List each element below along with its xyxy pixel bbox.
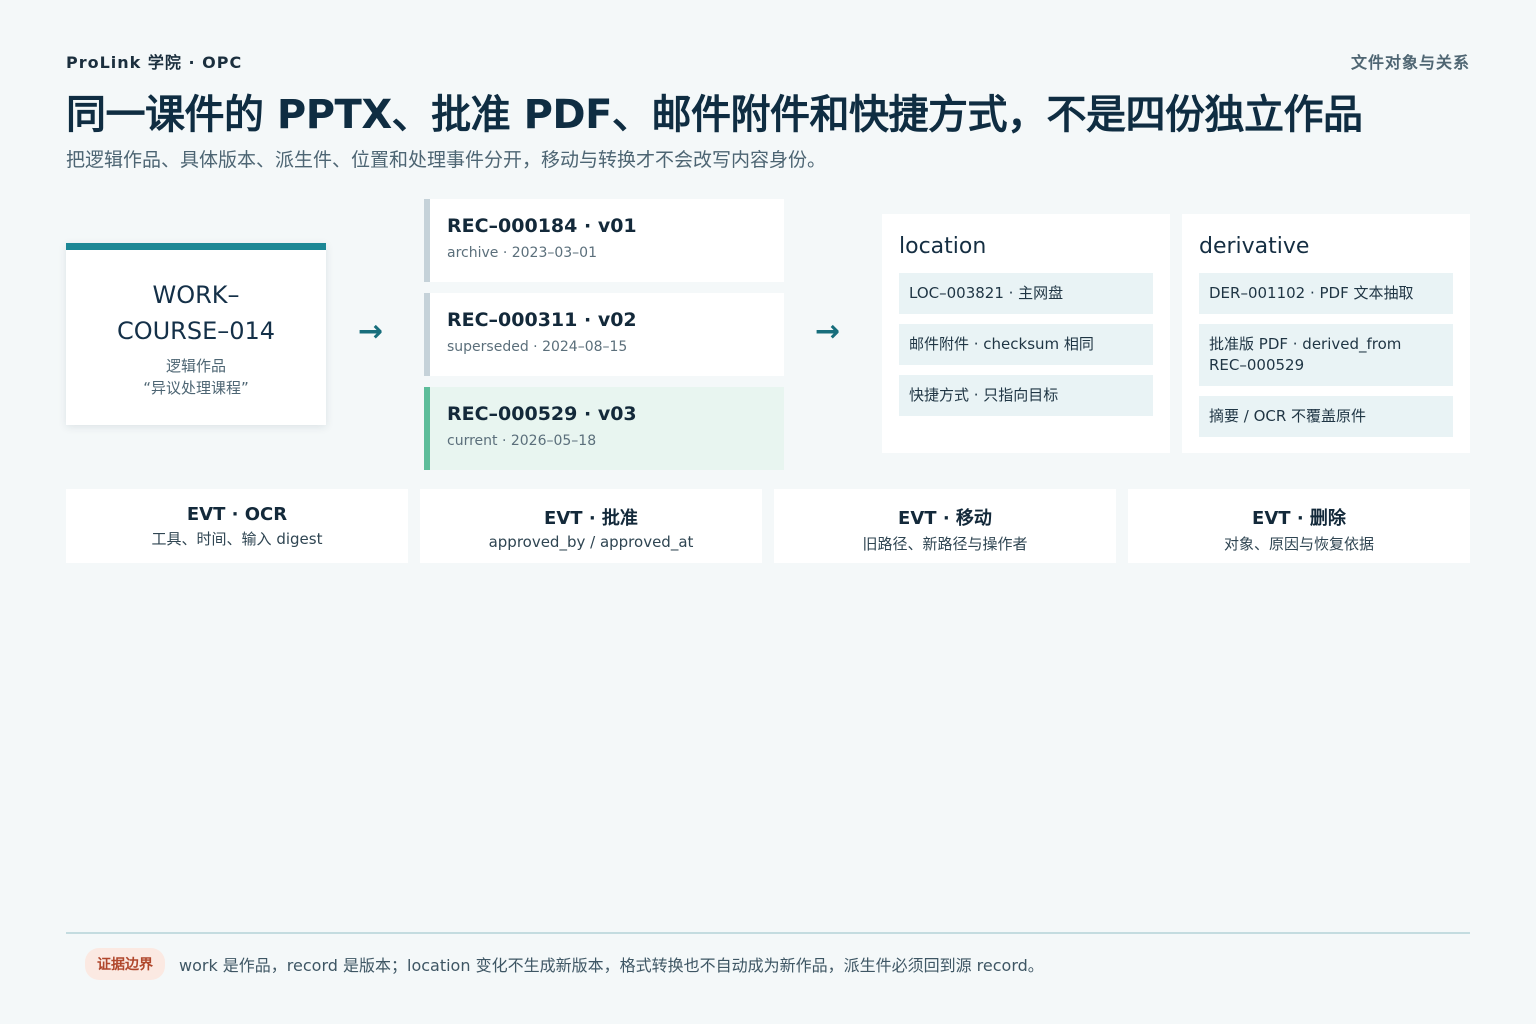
- brand-label: ProLink 学院 · OPC: [66, 53, 243, 72]
- record-title: REC–000529 · v03: [447, 403, 637, 425]
- record-card-v02: REC–000311 · v02 superseded · 2024–08–15: [424, 293, 784, 376]
- event-desc: approved_by / approved_at: [488, 533, 694, 551]
- event-card-delete: EVT · 删除 对象、原因与恢复依据: [1128, 489, 1470, 563]
- record-meta: current · 2026–05–18: [447, 433, 597, 449]
- page-title: 同一课件的 PPTX、批准 PDF、邮件附件和快捷方式，不是四份独立作品: [66, 92, 1363, 138]
- arrow-right-icon: →: [358, 314, 384, 349]
- location-item: 快捷方式 · 只指向目标: [899, 375, 1153, 416]
- panel-title: derivative: [1199, 234, 1310, 259]
- derivative-item: DER–001102 · PDF 文本抽取: [1199, 273, 1453, 314]
- event-desc: 对象、原因与恢复依据: [1223, 535, 1374, 553]
- event-card-approve: EVT · 批准 approved_by / approved_at: [420, 489, 762, 563]
- record-card-v03: REC–000529 · v03 current · 2026–05–18: [424, 387, 784, 470]
- derivative-item: 批准版 PDF · derived_from REC–000529: [1199, 324, 1453, 386]
- footer-text: work 是作品，record 是版本；location 变化不生成新版本，格式…: [179, 956, 1044, 975]
- evidence-badge: 证据边界: [85, 948, 165, 980]
- event-title: EVT · OCR: [186, 504, 288, 525]
- event-card-ocr: EVT · OCR 工具、时间、输入 digest: [66, 489, 408, 563]
- event-title: EVT · 移动: [898, 508, 992, 529]
- event-desc: 工具、时间、输入 digest: [151, 530, 323, 548]
- location-item: LOC–003821 · 主网盘: [899, 273, 1153, 314]
- work-name: “异议处理课程”: [143, 378, 249, 397]
- record-card-v01: REC–000184 · v01 archive · 2023–03–01: [424, 199, 784, 282]
- derivative-panel: derivative DER–001102 · PDF 文本抽取 批准版 PDF…: [1182, 214, 1470, 453]
- work-card: WORK–COURSE–014 逻辑作品 “异议处理课程”: [66, 243, 326, 425]
- derivative-item: 摘要 / OCR 不覆盖原件: [1199, 396, 1453, 437]
- footer-note: 证据边界 work 是作品，record 是版本；location 变化不生成新…: [85, 948, 1044, 980]
- page-subtitle: 把逻辑作品、具体版本、派生件、位置和处理事件分开，移动与转换才不会改写内容身份。: [66, 149, 827, 171]
- record-title: REC–000184 · v01: [447, 215, 637, 237]
- footer-divider: [66, 932, 1470, 934]
- panel-title: location: [899, 234, 987, 259]
- location-panel: location LOC–003821 · 主网盘 邮件附件 · checksu…: [882, 214, 1170, 453]
- event-desc: 旧路径、新路径与操作者: [862, 535, 1028, 553]
- event-card-move: EVT · 移动 旧路径、新路径与操作者: [774, 489, 1116, 563]
- event-title: EVT · 批准: [544, 508, 638, 529]
- work-id: WORK–COURSE–014: [116, 280, 276, 345]
- event-title: EVT · 删除: [1252, 508, 1346, 529]
- section-label: 文件对象与关系: [1350, 53, 1470, 72]
- record-title: REC–000311 · v02: [447, 309, 637, 331]
- arrow-right-icon: →: [815, 314, 841, 349]
- work-type: 逻辑作品: [165, 356, 226, 375]
- record-meta: archive · 2023–03–01: [447, 245, 597, 261]
- location-item: 邮件附件 · checksum 相同: [899, 324, 1153, 365]
- record-meta: superseded · 2024–08–15: [447, 339, 628, 355]
